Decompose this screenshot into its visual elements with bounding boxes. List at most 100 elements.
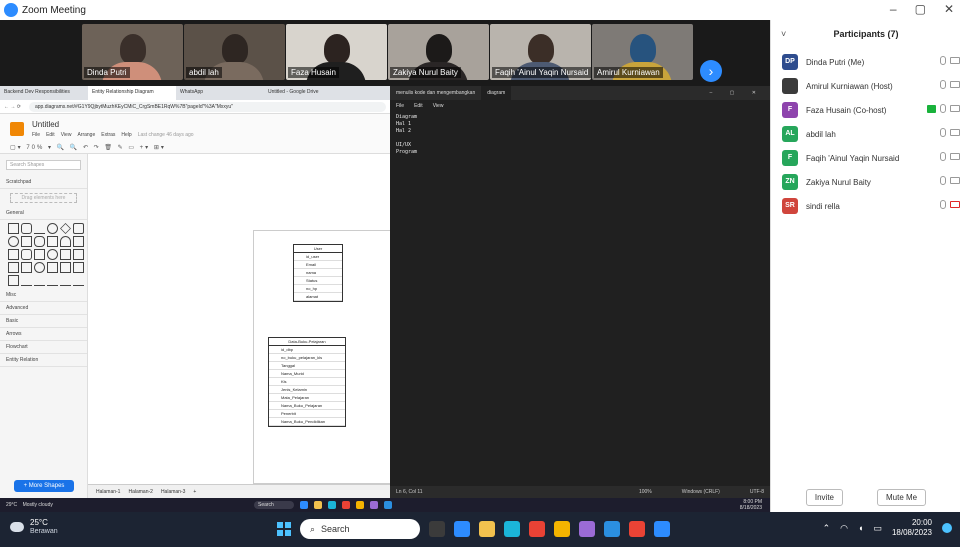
shape-item[interactable]	[21, 236, 32, 247]
shape-item[interactable]	[60, 275, 71, 286]
participant-row[interactable]: SR sindi rella	[771, 194, 960, 218]
minimize-button[interactable]: –	[890, 2, 897, 16]
shape-item[interactable]	[60, 249, 71, 260]
mute-me-button[interactable]: Mute Me	[877, 488, 927, 506]
browser-tab-active[interactable]: Entity Relationship Diagram	[88, 86, 176, 100]
terminal-icon[interactable]	[429, 521, 445, 537]
microphone-icon[interactable]	[940, 56, 946, 65]
invite-button[interactable]: Invite	[805, 488, 843, 506]
notepad-tab-active[interactable]: diagram	[481, 86, 512, 100]
add-page-button[interactable]: +	[193, 489, 196, 495]
shape-item[interactable]	[34, 275, 45, 286]
shape-item[interactable]	[47, 249, 58, 260]
section-scratchpad[interactable]: Scratchpad	[0, 176, 87, 189]
notepad-window-controls[interactable]: – ▢ ✕	[710, 90, 770, 96]
shape-item[interactable]	[8, 236, 19, 247]
shape-item[interactable]	[73, 236, 84, 247]
section-flowchart[interactable]: Flowchart	[0, 341, 87, 354]
shape-item[interactable]	[47, 275, 58, 286]
section-entity-relation[interactable]: Entity Relation	[0, 354, 87, 367]
video-tile[interactable]: abdil lah	[184, 24, 285, 80]
more-shapes-button[interactable]: + More Shapes	[14, 480, 74, 492]
entity-table-user[interactable]: User id_user Email nama Status no_hp ala…	[293, 244, 343, 302]
taskbar-clock[interactable]: 20:00 18/08/2023	[892, 518, 932, 538]
video-tile[interactable]: Faqih 'Ainul Yaqin Nursaid	[490, 24, 591, 80]
notification-icon[interactable]	[942, 523, 952, 533]
menu-help[interactable]: Help	[121, 132, 131, 138]
participant-row[interactable]: Amirul Kurniawan (Host)	[771, 74, 960, 98]
section-misc[interactable]: Misc	[0, 289, 87, 302]
shape-item[interactable]	[60, 236, 71, 247]
diagram-canvas[interactable]: User id_user Email nama Status no_hp ala…	[88, 154, 393, 484]
entity-table-data-buku[interactable]: Data-Buku-Pelajaran id_dbp no_buku_pelaj…	[268, 337, 346, 427]
battery-icon[interactable]: ▭	[873, 523, 882, 534]
notepad-tab[interactable]: menulis kode dan mengembangkan	[390, 90, 481, 96]
menu-edit[interactable]: Edit	[414, 103, 423, 109]
menu-file[interactable]: File	[396, 103, 404, 109]
shape-item[interactable]	[73, 275, 84, 286]
shape-item[interactable]	[34, 262, 45, 273]
video-icon[interactable]	[454, 521, 470, 537]
shape-item[interactable]	[73, 223, 84, 234]
chrome-icon[interactable]	[554, 521, 570, 537]
section-advanced[interactable]: Advanced	[0, 302, 87, 315]
shape-item[interactable]	[47, 236, 58, 247]
microphone-icon[interactable]	[940, 176, 946, 185]
microphone-icon[interactable]	[940, 152, 946, 161]
video-tile[interactable]: Zakiya Nurul Baity	[388, 24, 489, 80]
maximize-button[interactable]: ▢	[915, 2, 926, 16]
participant-row[interactable]: DP Dinda Putri (Me)	[771, 50, 960, 74]
shape-item[interactable]	[60, 262, 71, 273]
section-general[interactable]: General	[0, 207, 87, 220]
camera-icon[interactable]	[950, 177, 960, 184]
windows-start-icon[interactable]	[277, 522, 291, 536]
menu-extras[interactable]: Extras	[101, 132, 115, 138]
edge-icon[interactable]	[504, 521, 520, 537]
menu-arrange[interactable]: Arrange	[77, 132, 95, 138]
drawio-toolbar[interactable]: ▢▾ 70% ▾ 🔍 🔍 ↶ ↷ 🗑 ✎ ▭ +▾ ⊞▾	[10, 144, 166, 151]
participant-row[interactable]: ZN Zakiya Nurul Baity	[771, 170, 960, 194]
shape-item[interactable]	[21, 223, 32, 234]
shape-item[interactable]	[47, 262, 58, 273]
page-tab[interactable]: Halaman-2	[128, 489, 152, 495]
close-button[interactable]: ✕	[944, 2, 954, 16]
menu-view[interactable]: View	[433, 103, 444, 109]
camera-icon[interactable]	[950, 81, 960, 88]
wifi-icon[interactable]: ◠	[840, 523, 848, 534]
notepad-text-area[interactable]: Diagram Hal 1 Hal 2 UI/UX Program	[390, 112, 770, 158]
video-tile[interactable]: Amirul Kurniawan	[592, 24, 693, 80]
vscode-icon[interactable]	[604, 521, 620, 537]
zoom-icon[interactable]	[654, 521, 670, 537]
next-page-chevron-icon[interactable]: ›	[700, 60, 722, 82]
microphone-icon[interactable]	[940, 104, 946, 113]
video-tile[interactable]: Dinda Putri	[82, 24, 183, 80]
app-red-icon[interactable]	[529, 521, 545, 537]
taskbar-search[interactable]: ⌕ Search	[300, 519, 420, 539]
shape-search-input[interactable]: Search Shapes	[6, 160, 81, 170]
shape-item[interactable]	[47, 223, 58, 234]
page-tab[interactable]: Halaman-1	[96, 489, 120, 495]
shape-item[interactable]	[34, 236, 45, 247]
menu-edit[interactable]: Edit	[46, 132, 55, 138]
browser-tab[interactable]: Untitled - Google Drive	[264, 86, 352, 100]
video-tile[interactable]: Faza Husain	[286, 24, 387, 80]
shape-item[interactable]	[60, 223, 71, 234]
shape-item[interactable]	[8, 249, 19, 260]
shape-item[interactable]	[8, 223, 19, 234]
participant-row[interactable]: AL abdil lah	[771, 122, 960, 146]
shape-item[interactable]	[34, 249, 45, 260]
teams-icon[interactable]	[579, 521, 595, 537]
camera-icon[interactable]	[950, 105, 960, 112]
shape-item[interactable]	[8, 262, 19, 273]
section-basic[interactable]: Basic	[0, 315, 87, 328]
microphone-icon[interactable]	[940, 200, 946, 209]
shape-item[interactable]	[73, 249, 84, 260]
speaker-icon[interactable]: ◖	[858, 523, 863, 533]
section-arrows[interactable]: Arrows	[0, 328, 87, 341]
browser-tab[interactable]: WhatsApp	[176, 86, 264, 100]
url-field[interactable]: app.diagrams.net/#G1Y9QjbytMuzhKEyCMiC_C…	[28, 101, 386, 112]
participant-row[interactable]: F Faza Husain (Co-host)	[771, 98, 960, 122]
weather-widget[interactable]: 25°C Berawan	[10, 518, 58, 535]
page-tab[interactable]: Halaman-3	[161, 489, 185, 495]
drawio-doc-title[interactable]: Untitled	[32, 120, 59, 129]
